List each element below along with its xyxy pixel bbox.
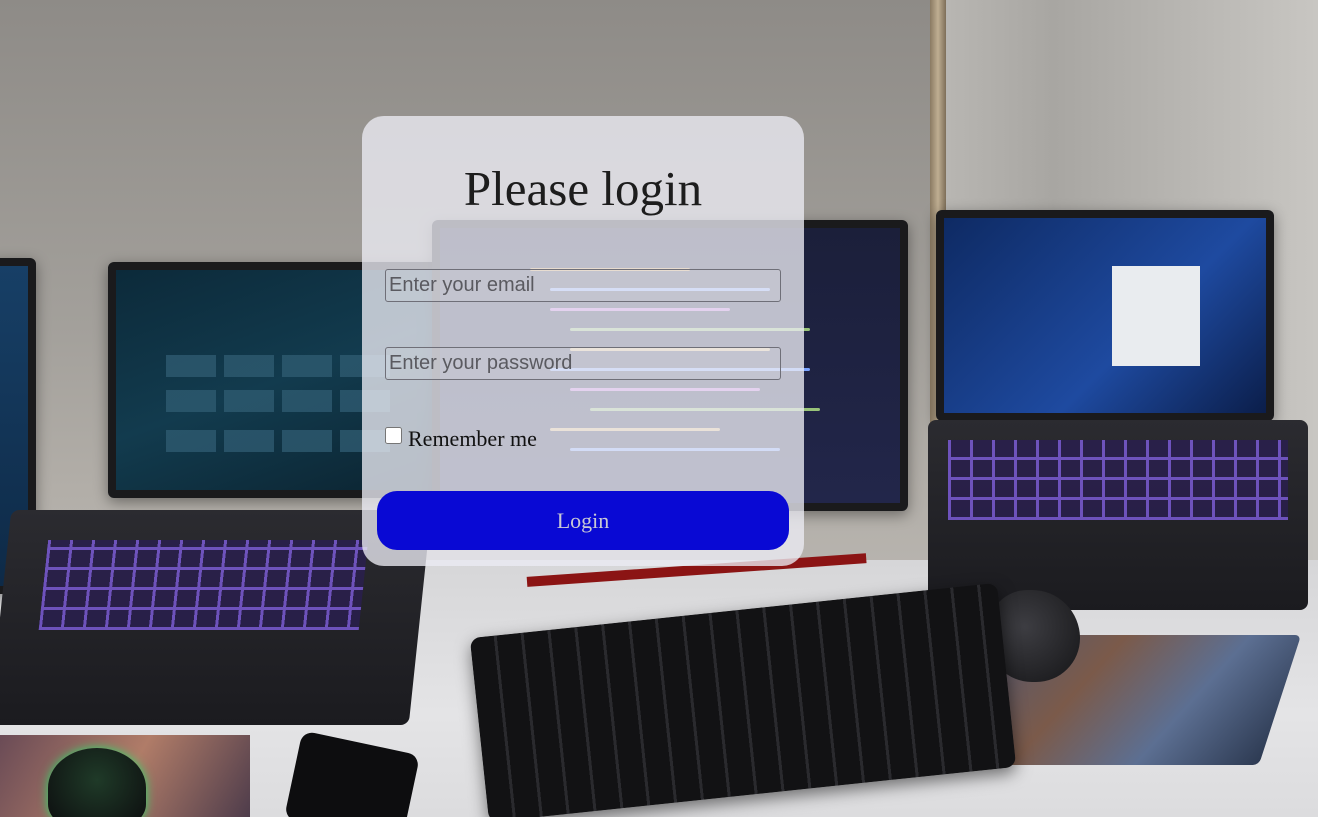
right-laptop-screen	[936, 210, 1274, 421]
remember-me-checkbox[interactable]	[385, 426, 402, 444]
login-title: Please login	[463, 161, 703, 216]
right-laptop-keyboard	[928, 420, 1308, 610]
login-card: Please login Remember me Login	[362, 116, 804, 566]
screen-popup	[1112, 266, 1200, 366]
login-button[interactable]: Login	[377, 491, 789, 550]
email-field[interactable]	[385, 269, 781, 302]
backlit-keys	[38, 540, 369, 630]
password-field[interactable]	[385, 347, 781, 380]
backlit-keys	[948, 440, 1288, 520]
remember-me-label: Remember me	[408, 426, 537, 451]
remember-me[interactable]: Remember me	[385, 422, 537, 451]
